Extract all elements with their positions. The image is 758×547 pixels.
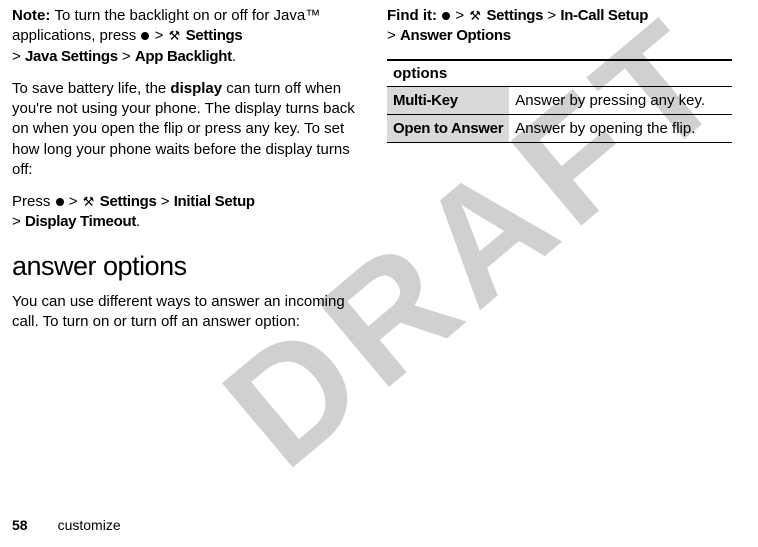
display-text-a: To save battery life, the	[12, 80, 170, 97]
path-incall-setup: In-Call Setup	[560, 7, 648, 24]
note-text: To turn the backlight on or off for Java…	[12, 7, 320, 44]
path-settings: Settings	[186, 27, 243, 44]
options-table: options Multi-Key Answer by pressing any…	[387, 59, 732, 143]
right-column: Find it: > Settings > In-Call Setup > An…	[387, 6, 732, 344]
answer-options-paragraph: You can use different ways to answer an …	[12, 292, 357, 333]
arrow-4: >	[69, 193, 78, 210]
findit-paragraph: Find it: > Settings > In-Call Setup > An…	[387, 6, 732, 47]
option-label-open: Open to Answer	[387, 114, 509, 142]
arrow-7: >	[455, 7, 464, 24]
arrow-3: >	[122, 48, 131, 65]
page-content: Note: To turn the backlight on or off fo…	[0, 0, 758, 344]
arrow-5: >	[161, 193, 170, 210]
arrow-1: >	[155, 27, 164, 44]
path-settings-3: Settings	[486, 7, 543, 24]
option-desc-open: Answer by opening the flip.	[509, 114, 732, 142]
center-key-icon-3	[442, 12, 450, 20]
path-display-timeout: Display Timeout	[25, 213, 136, 230]
table-header: options	[387, 60, 732, 87]
center-key-icon	[141, 32, 149, 40]
note-label: Note:	[12, 7, 55, 24]
footer-section: customize	[58, 517, 121, 533]
period-2: .	[136, 213, 140, 230]
press-paragraph: Press > Settings > Initial Setup > Displ…	[12, 192, 357, 233]
path-settings-2: Settings	[100, 193, 157, 210]
path-answer-options: Answer Options	[400, 27, 511, 44]
table-row: Open to Answer Answer by opening the fli…	[387, 114, 732, 142]
option-label-multikey: Multi-Key	[387, 86, 509, 114]
display-bold: display	[170, 80, 222, 97]
findit-label: Find it:	[387, 7, 441, 24]
answer-options-heading: answer options	[12, 251, 357, 282]
path-java-settings: Java Settings	[25, 48, 118, 65]
settings-icon-3	[469, 10, 481, 22]
period-1: .	[232, 48, 236, 65]
path-initial-setup: Initial Setup	[174, 193, 255, 210]
option-desc-multikey: Answer by pressing any key.	[509, 86, 732, 114]
table-row: Multi-Key Answer by pressing any key.	[387, 86, 732, 114]
arrow-8: >	[547, 7, 556, 24]
press-label: Press	[12, 193, 55, 210]
path-app-backlight: App Backlight	[135, 48, 232, 65]
arrow-2: >	[12, 48, 21, 65]
settings-icon	[169, 30, 181, 42]
table-header-row: options	[387, 60, 732, 87]
center-key-icon-2	[56, 198, 64, 206]
settings-icon-2	[83, 196, 95, 208]
display-paragraph: To save battery life, the display can tu…	[12, 79, 357, 180]
note-paragraph: Note: To turn the backlight on or off fo…	[12, 6, 357, 67]
left-column: Note: To turn the backlight on or off fo…	[12, 6, 357, 344]
page-footer: 58 customize	[12, 517, 121, 533]
arrow-9: >	[387, 27, 396, 44]
page-number: 58	[12, 517, 28, 533]
arrow-6: >	[12, 213, 21, 230]
